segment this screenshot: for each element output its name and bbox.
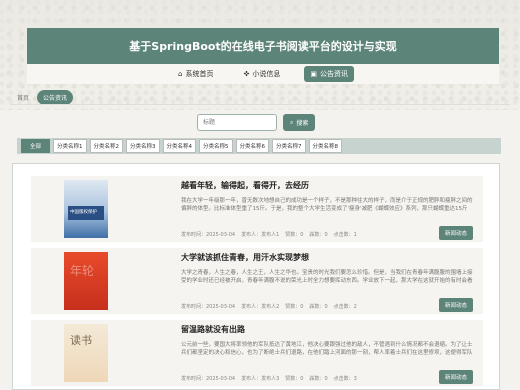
news-title[interactable]: 留温路就没有出路 <box>181 324 475 335</box>
nav-item-novels[interactable]: ✜ 小说信息 <box>237 66 286 82</box>
category-bar: 全部 分类名称1 分类名称2 分类名称3 分类名称4 分类名称5 分类名称6 分… <box>17 138 501 154</box>
news-thumbnail[interactable]: 中国版权保护 <box>31 176 141 242</box>
publisher: 发布人：发布人3 <box>241 376 280 382</box>
search-row: ⌕ 搜索 <box>197 114 316 131</box>
news-title[interactable]: 大学就该抓住青春，用汗水实现梦想 <box>181 252 475 263</box>
like-count: 赞数：0 <box>285 376 304 382</box>
category-item[interactable]: 分类名称6 <box>235 139 270 153</box>
category-tag-button[interactable]: 新闻动态 <box>438 370 473 384</box>
like-count: 赞数：0 <box>285 232 304 238</box>
news-list-item[interactable]: 年轮 大学就该抓住青春，用汗水实现梦想 大学之青春，人生之春，人生之王，人生之华… <box>31 248 483 314</box>
search-input[interactable] <box>197 114 277 131</box>
category-item[interactable]: 分类名称5 <box>199 139 233 153</box>
cover-calligraphy: 读书 <box>70 334 92 347</box>
news-title[interactable]: 越看年轻，输得起，看得开，去经历 <box>181 180 475 191</box>
publish-time: 发布时间：2025-03-04 <box>181 376 236 382</box>
book-cover-image: 中国版权保护 <box>64 180 108 238</box>
news-description: 公元前一些，要国大将率领他的军队抵达了黄地江，他决心要跟强过他的敌人，不管遇到什… <box>181 342 473 356</box>
publish-time: 发布时间：2025-03-04 <box>181 304 236 310</box>
book-cover-image: 读书 <box>64 324 108 382</box>
breadcrumb-home[interactable]: 首页 <box>17 93 29 102</box>
view-count: 点击数：1 <box>333 232 357 238</box>
category-item[interactable]: 分类名称8 <box>308 139 343 153</box>
cover-text: 中国版权保护 <box>70 210 97 215</box>
nav-item-label: 小说信息 <box>252 70 281 78</box>
dislike-count: 踩数：0 <box>309 232 328 238</box>
nav-item-home[interactable]: ⌂ 系统首页 <box>172 66 219 82</box>
category-all[interactable]: 全部 <box>21 139 51 153</box>
news-list: 中国版权保护 越看年轻，输得起，看得开，去经历 我在大学一年级那一年，曾无数次地… <box>12 163 500 390</box>
news-content: 越看年轻，输得起，看得开，去经历 我在大学一年级那一年，曾无数次地想自己的成功是… <box>141 176 483 242</box>
breadcrumb: 首页 公告资讯 <box>17 90 74 105</box>
megaphone-icon: ▣ <box>310 70 317 78</box>
news-list-item[interactable]: 读书 留温路就没有出路 公元前一些，要国大将率领他的军队抵达了黄地江，他决心要跟… <box>31 320 483 386</box>
book-icon: ✜ <box>243 70 250 78</box>
news-content: 大学就该抓住青春，用汗水实现梦想 大学之青春，人生之春，人生之王，人生之华也。宝… <box>141 248 483 314</box>
category-tag-button[interactable]: 新闻动态 <box>438 298 473 312</box>
category-item[interactable]: 分类名称1 <box>53 139 87 153</box>
breadcrumb-current: 公告资讯 <box>37 90 74 105</box>
site-title: 基于SpringBoot的在线电子书阅读平台的设计与实现 <box>129 40 397 53</box>
home-icon: ⌂ <box>178 70 183 78</box>
main-nav: ⌂ 系统首页 ✜ 小说信息 ▣ 公告资讯 <box>27 64 499 84</box>
news-list-item[interactable]: 中国版权保护 越看年轻，输得起，看得开，去经历 我在大学一年级那一年，曾无数次地… <box>31 176 483 242</box>
search-button-label: 搜索 <box>296 120 309 127</box>
news-meta: 发布时间：2025-03-04 发布人：发布人3 赞数：0 踩数：0 点击数：3 <box>181 375 357 382</box>
view-count: 点击数：3 <box>333 376 357 382</box>
like-count: 赞数：0 <box>285 304 304 310</box>
divider <box>10 104 510 105</box>
category-item[interactable]: 分类名称2 <box>89 139 124 153</box>
view-count: 点击数：2 <box>333 304 357 310</box>
dislike-count: 踩数：0 <box>309 304 328 310</box>
publisher: 发布人：发布人1 <box>241 232 280 238</box>
news-thumbnail[interactable]: 年轮 <box>31 248 141 314</box>
category-item[interactable]: 分类名称4 <box>162 139 197 153</box>
news-meta: 发布时间：2025-03-04 发布人：发布人1 赞数：0 踩数：0 点击数：1 <box>181 231 357 238</box>
news-content: 留温路就没有出路 公元前一些，要国大将率领他的军队抵达了黄地江，他决心要跟强过他… <box>141 320 483 386</box>
publisher: 发布人：发布人2 <box>241 304 280 310</box>
news-meta: 发布时间：2025-03-04 发布人：发布人2 赞数：0 踩数：0 点击数：2 <box>181 303 357 310</box>
nav-item-announcements[interactable]: ▣ 公告资讯 <box>304 66 354 82</box>
news-thumbnail[interactable]: 读书 <box>31 320 141 386</box>
category-tag-button[interactable]: 新闻动态 <box>438 226 473 240</box>
news-description: 我在大学一年级那一年，曾无数次地想自己的成功是一个样子，不是那种往大的样子，而是… <box>181 198 473 212</box>
nav-item-label: 公告资讯 <box>319 70 348 78</box>
dislike-count: 踩数：0 <box>309 376 328 382</box>
nav-item-label: 系统首页 <box>185 70 214 78</box>
site-title-bar: 基于SpringBoot的在线电子书阅读平台的设计与实现 <box>27 28 499 64</box>
cover-calligraphy: 年轮 <box>70 264 95 278</box>
search-icon: ⌕ <box>290 118 294 126</box>
publish-time: 发布时间：2025-03-04 <box>181 232 236 238</box>
news-description: 大学之青春，人生之春，人生之王，人生之华也。宝贵的时光我们要怎么珍惜。但是，当我… <box>181 270 473 284</box>
book-cover-image: 年轮 <box>64 252 108 310</box>
category-item[interactable]: 分类名称3 <box>126 139 160 153</box>
search-button[interactable]: ⌕ 搜索 <box>283 114 316 131</box>
category-item[interactable]: 分类名称7 <box>272 139 306 153</box>
